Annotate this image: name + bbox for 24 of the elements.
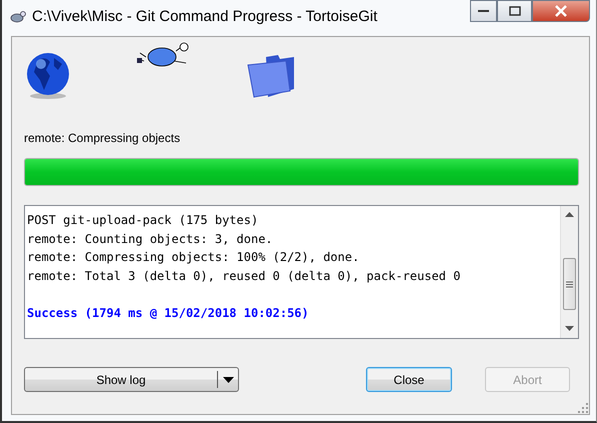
dropdown-caret-icon[interactable] [222, 376, 234, 382]
turtle-logo-icon [8, 10, 26, 24]
resize-grip-icon[interactable] [578, 403, 588, 413]
minimize-button[interactable] [470, 0, 497, 22]
minimize-icon [478, 9, 489, 13]
globe-icon [24, 50, 72, 100]
maximize-button[interactable] [497, 0, 532, 22]
window-title: C:\Vivek\Misc - Git Command Progress - TortoiseGit [32, 8, 378, 25]
log-line: POST git-upload-pack (175 bytes) [27, 212, 260, 229]
maximize-icon [508, 6, 520, 16]
scroll-down-icon[interactable] [565, 326, 574, 332]
close-button[interactable]: Close [366, 367, 452, 392]
scrollbar-thumb[interactable] [563, 258, 576, 310]
show-log-button[interactable]: Show log [24, 367, 239, 392]
log-line: remote: Compressing objects: 100% (2/2), done. [27, 249, 360, 266]
log-line: remote: Counting objects: 3, done. [27, 230, 274, 248]
scroll-up-icon[interactable] [565, 212, 574, 218]
success-line: Success (1794 ms @ 15/02/2018 10:02:56) [27, 304, 310, 322]
log-line: remote: Total 3 (delta 0), reused 0 (delta 0), pack-reused 0 [27, 268, 462, 284]
grip-icon [566, 280, 573, 288]
close-icon [554, 5, 568, 17]
folder-icon [246, 53, 296, 99]
close-window-button[interactable] [532, 0, 590, 22]
status-text: remote: Compressing objects [24, 131, 182, 145]
